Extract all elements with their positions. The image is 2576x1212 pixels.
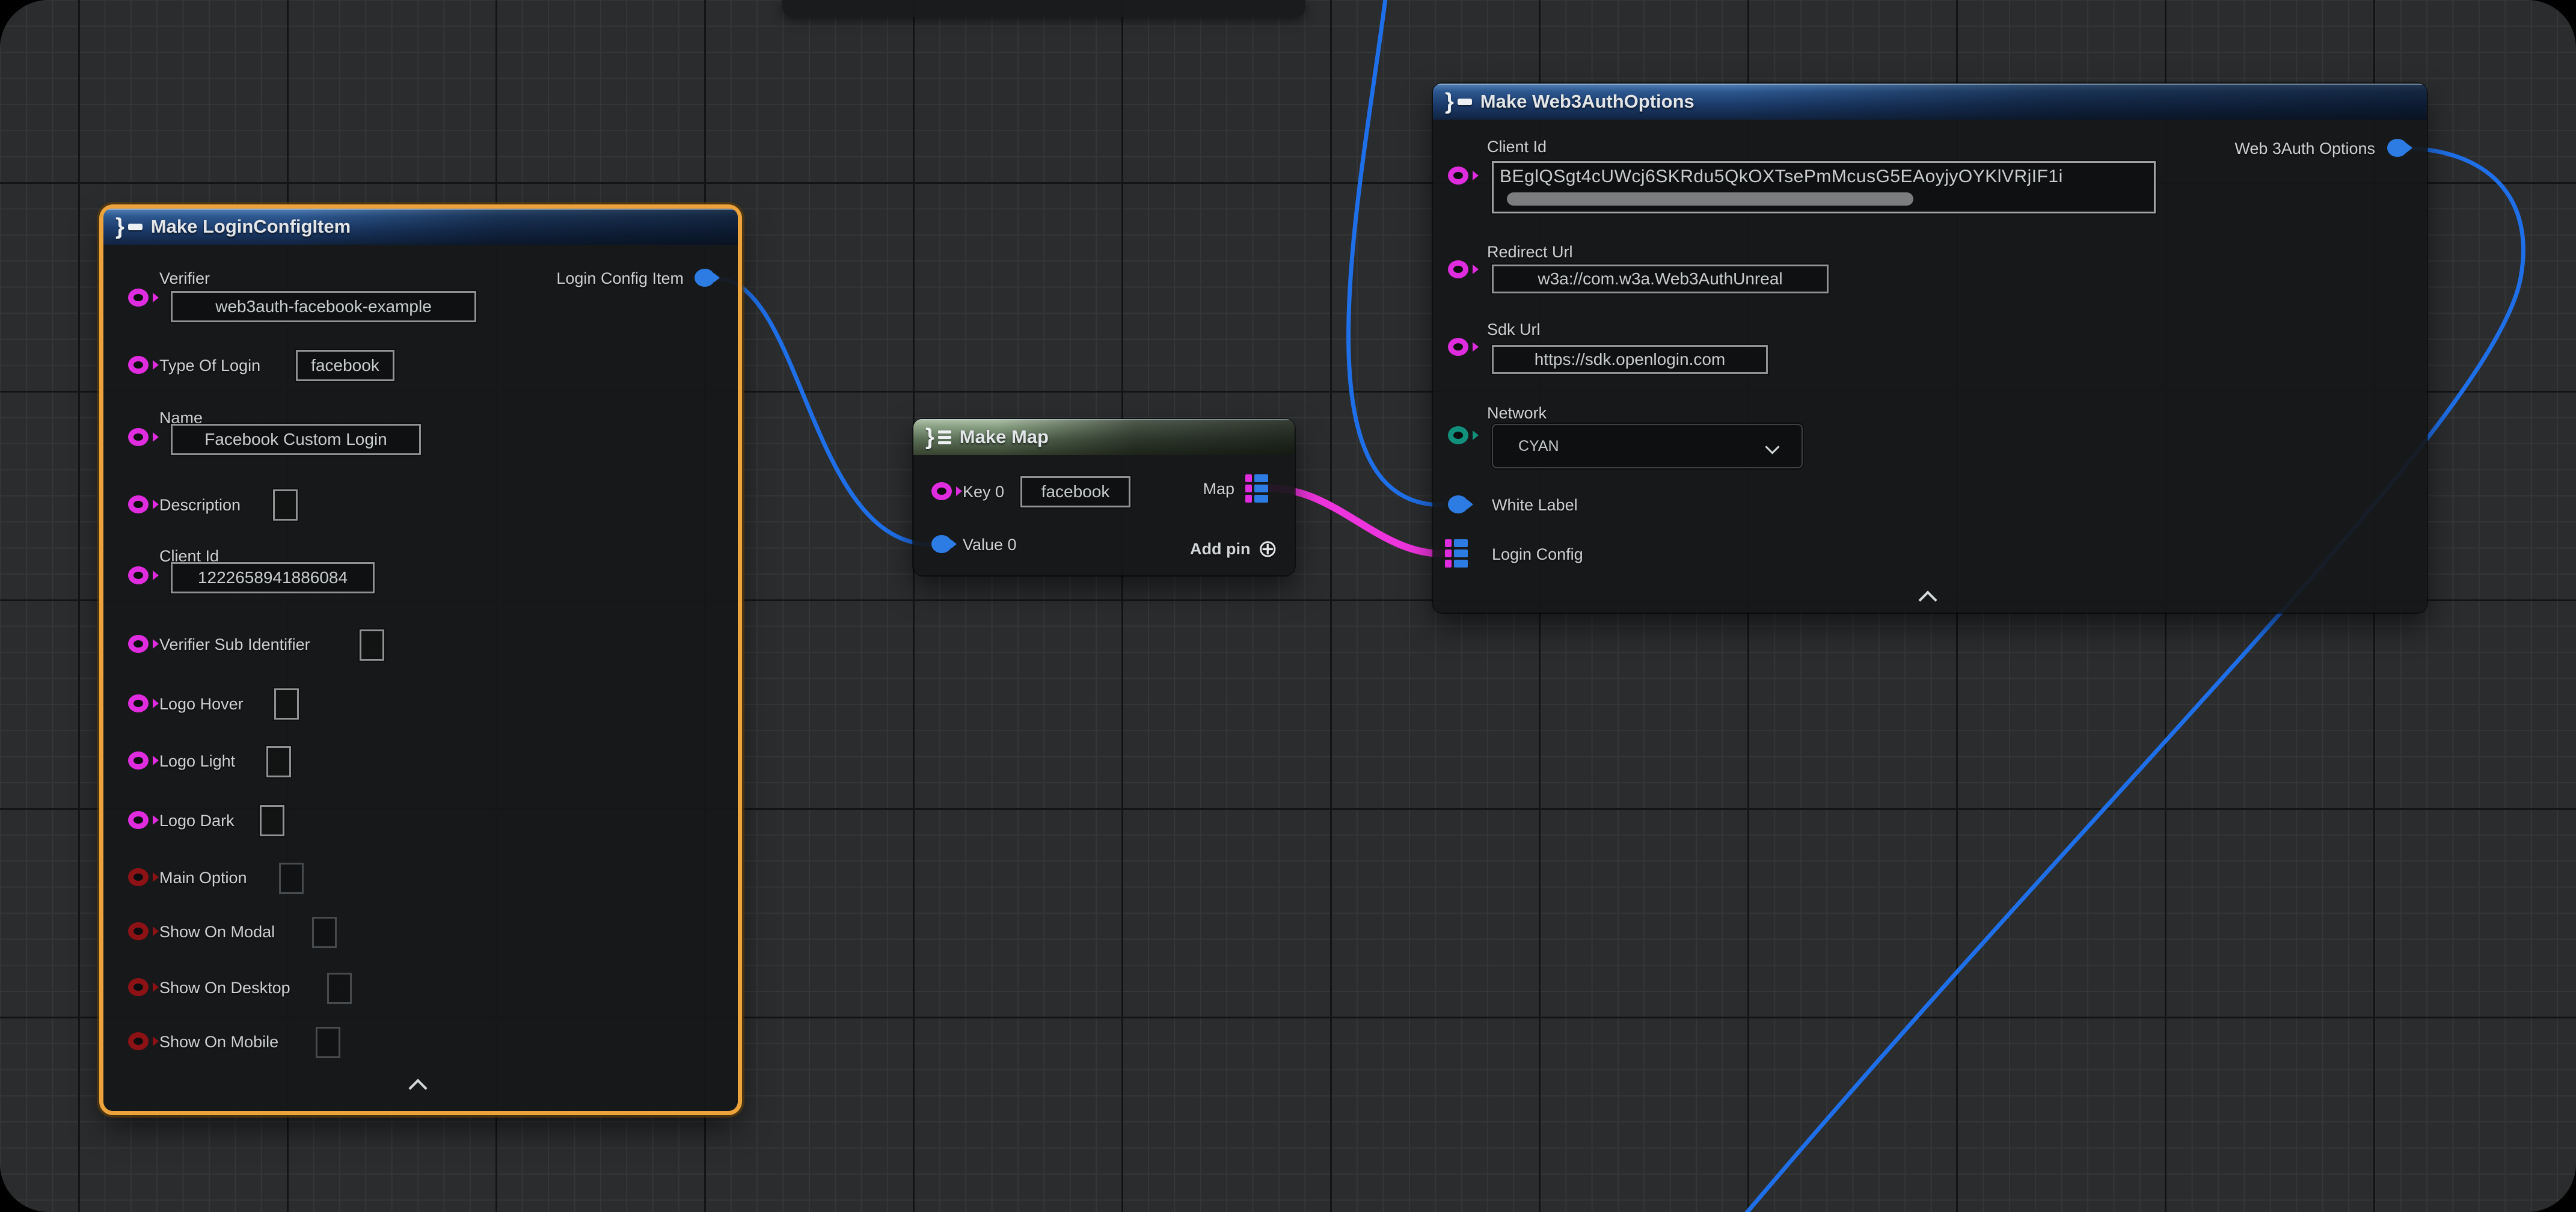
- blueprint-graph-canvas[interactable]: } Make LoginConfigItem Verifier web3auth…: [0, 0, 2576, 1212]
- node-title: Make Web3AuthOptions: [1480, 91, 1694, 112]
- key0-label: Key 0: [963, 482, 1004, 502]
- verifier-sub-identifier-input[interactable]: [360, 629, 384, 661]
- login-config-pin[interactable]: [1445, 539, 1468, 568]
- redirect-url-label: Redirect Url: [1487, 242, 1573, 262]
- logo-dark-pin[interactable]: [128, 811, 149, 829]
- collapse-chevron-icon[interactable]: [408, 1079, 427, 1097]
- node-title: Make LoginConfigItem: [151, 216, 351, 237]
- show-on-modal-label: Show On Modal: [159, 922, 275, 942]
- node-header[interactable]: } Make LoginConfigItem: [103, 209, 738, 245]
- show-on-desktop-checkbox[interactable]: [327, 973, 352, 1004]
- logo-hover-pin[interactable]: [128, 694, 149, 712]
- add-pin-label: Add pin: [1190, 540, 1250, 559]
- node-make-web3authoptions[interactable]: } Make Web3AuthOptions Client Id BEglQSg…: [1433, 84, 2427, 613]
- map-output-pin[interactable]: [1245, 474, 1268, 503]
- client-id-input[interactable]: 1222658941886084: [171, 562, 375, 593]
- description-label: Description: [159, 495, 241, 515]
- web3auth-options-output-pin[interactable]: [2387, 139, 2408, 157]
- verifier-sub-identifier-label: Verifier Sub Identifier: [159, 634, 310, 655]
- name-pin[interactable]: [128, 428, 149, 446]
- value0-label: Value 0: [963, 534, 1017, 555]
- client-id-input[interactable]: BEglQSgt4cUWcj6SKRdu5QkOXTsePmMcusG5EAoy…: [1492, 161, 2156, 213]
- logo-light-label: Logo Light: [159, 751, 235, 771]
- description-input[interactable]: [273, 489, 298, 521]
- network-dropdown[interactable]: CYAN: [1492, 424, 1803, 468]
- client-id-label: Client Id: [1487, 136, 1547, 157]
- type-of-login-pin[interactable]: [128, 356, 149, 374]
- redirect-url-pin[interactable]: [1448, 260, 1468, 278]
- offscreen-node-partial[interactable]: [782, 0, 1305, 17]
- sdk-url-label: Sdk Url: [1487, 319, 1541, 340]
- main-option-label: Main Option: [159, 868, 247, 888]
- node-make-loginconfigitem[interactable]: } Make LoginConfigItem Verifier web3auth…: [103, 209, 738, 1111]
- sdk-url-input[interactable]: https://sdk.openlogin.com: [1492, 345, 1768, 374]
- web3auth-options-output-label: Web 3Auth Options: [2234, 138, 2375, 159]
- verifier-pin[interactable]: [128, 289, 149, 307]
- logo-dark-label: Logo Dark: [159, 810, 235, 831]
- show-on-mobile-pin[interactable]: [128, 1032, 149, 1050]
- type-of-login-input[interactable]: facebook: [296, 350, 394, 381]
- sdk-url-pin[interactable]: [1448, 338, 1468, 356]
- logo-hover-label: Logo Hover: [159, 694, 244, 714]
- wire-map-to-loginconfig[interactable]: [1270, 488, 1442, 554]
- value0-pin[interactable]: [931, 535, 952, 553]
- client-id-value: BEglQSgt4cUWcj6SKRdu5QkOXTsePmMcusG5EAoy…: [1500, 167, 2150, 187]
- login-config-item-output-pin[interactable]: [695, 269, 715, 287]
- show-on-mobile-label: Show On Mobile: [159, 1032, 278, 1052]
- type-of-login-label: Type Of Login: [159, 355, 260, 376]
- node-header[interactable]: } Make Web3AuthOptions: [1433, 84, 2427, 120]
- make-struct-icon: }: [1445, 90, 1472, 113]
- logo-hover-input[interactable]: [274, 688, 299, 720]
- verifier-sub-identifier-pin[interactable]: [128, 635, 149, 653]
- node-header[interactable]: } Make Map: [913, 419, 1295, 455]
- wire-loginconfigitem-to-value0[interactable]: [717, 278, 931, 545]
- login-config-label: Login Config: [1492, 544, 1583, 565]
- logo-dark-input[interactable]: [260, 805, 284, 836]
- client-id-scrollbar[interactable]: [1507, 192, 1913, 206]
- make-struct-icon: }: [115, 215, 143, 238]
- make-map-icon: }: [925, 426, 951, 448]
- logo-light-pin[interactable]: [128, 751, 149, 770]
- map-output-label: Map: [1203, 479, 1234, 499]
- chevron-down-icon: [1765, 439, 1779, 454]
- show-on-modal-pin[interactable]: [128, 922, 149, 940]
- wire-top-to-whitelabel[interactable]: [1349, 0, 1443, 505]
- show-on-desktop-label: Show On Desktop: [159, 978, 290, 998]
- key0-pin[interactable]: [931, 482, 952, 500]
- network-label: Network: [1487, 403, 1547, 423]
- logo-light-input[interactable]: [266, 746, 291, 777]
- login-config-item-output-label: Login Config Item: [556, 268, 684, 289]
- show-on-desktop-pin[interactable]: [128, 978, 149, 996]
- redirect-url-input[interactable]: w3a://com.w3a.Web3AuthUnreal: [1492, 265, 1829, 293]
- show-on-mobile-checkbox[interactable]: [316, 1027, 340, 1058]
- client-id-pin[interactable]: [128, 566, 149, 584]
- main-option-pin[interactable]: [128, 868, 149, 886]
- verifier-input[interactable]: web3auth-facebook-example: [171, 291, 476, 322]
- network-selected-value: CYAN: [1518, 438, 1559, 455]
- main-option-checkbox[interactable]: [279, 863, 304, 894]
- network-pin[interactable]: [1448, 426, 1468, 444]
- key0-input[interactable]: facebook: [1020, 476, 1130, 507]
- add-pin-button[interactable]: Add pin ⊕: [1190, 537, 1278, 561]
- white-label-pin[interactable]: [1448, 495, 1468, 513]
- client-id-pin[interactable]: [1448, 167, 1468, 185]
- white-label-label: White Label: [1492, 495, 1578, 515]
- node-title: Make Map: [960, 426, 1049, 448]
- show-on-modal-checkbox[interactable]: [312, 917, 337, 948]
- collapse-chevron-icon[interactable]: [1918, 590, 1937, 609]
- add-pin-plus-icon: ⊕: [1257, 537, 1278, 561]
- node-make-map[interactable]: } Make Map Key 0 facebook Map Value 0 Ad…: [913, 419, 1295, 575]
- description-pin[interactable]: [128, 495, 149, 513]
- name-input[interactable]: Facebook Custom Login: [171, 424, 421, 455]
- verifier-label: Verifier: [159, 268, 210, 289]
